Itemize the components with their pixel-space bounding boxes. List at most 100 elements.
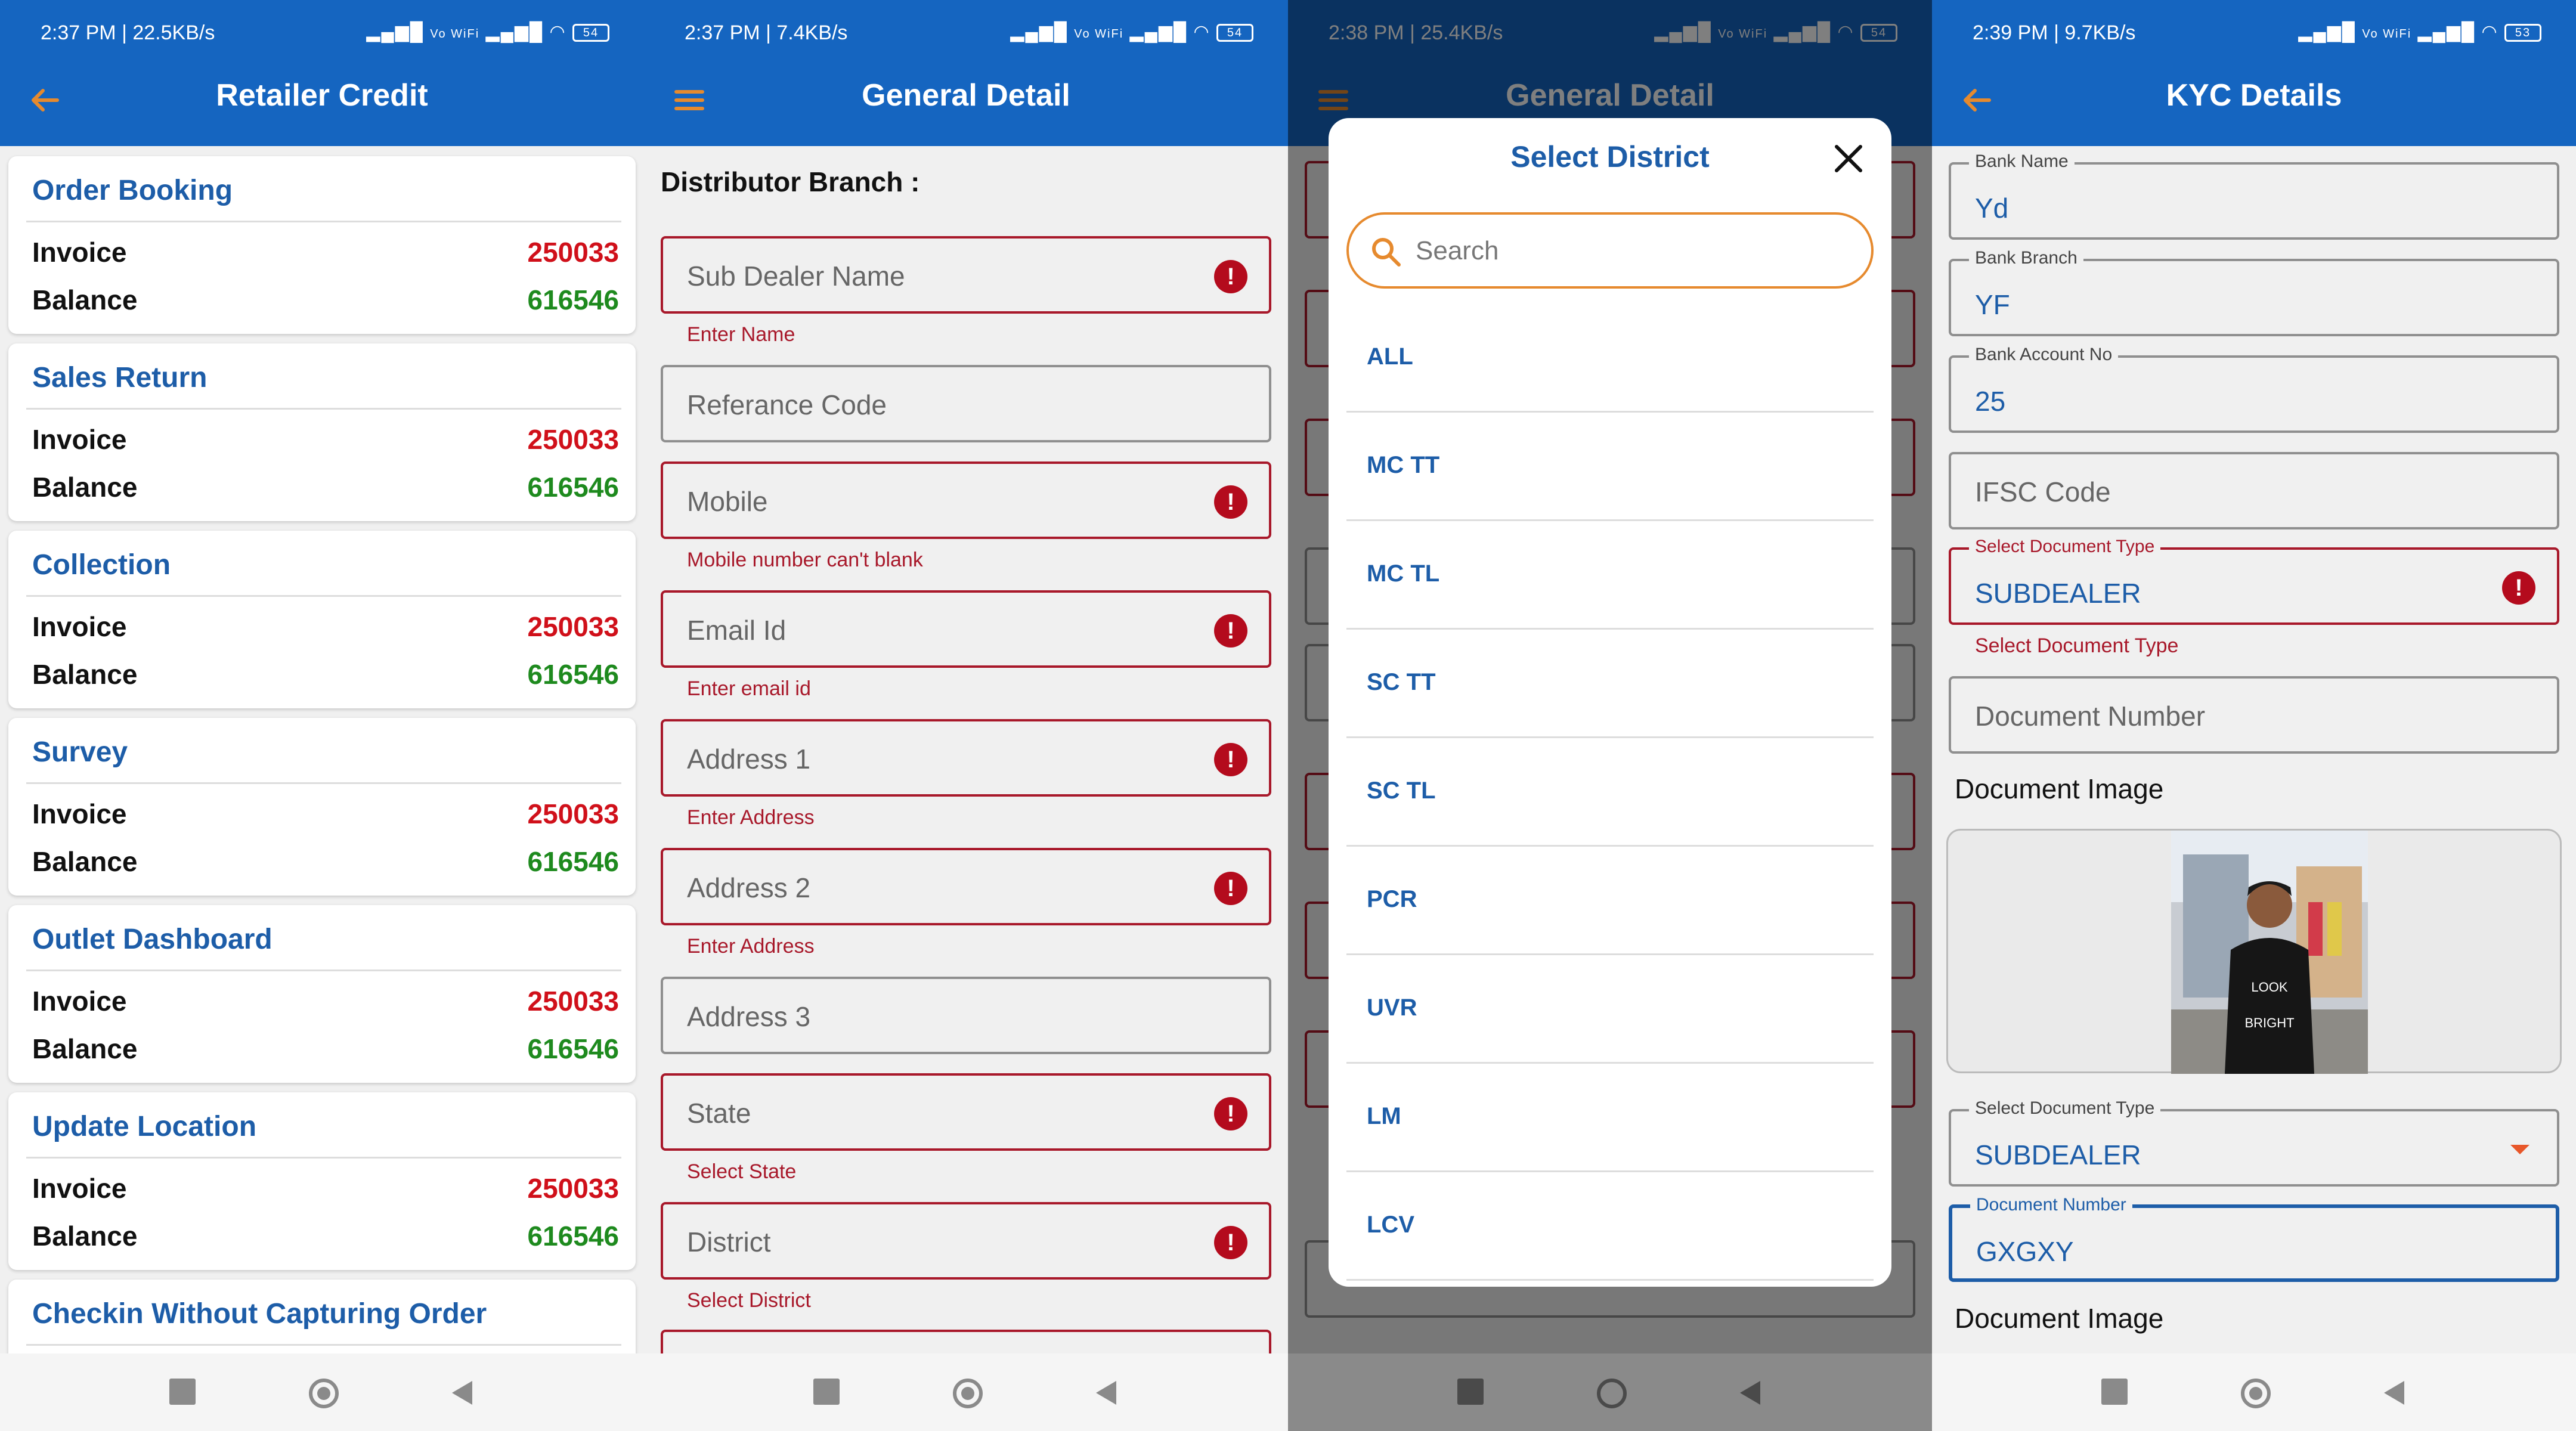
screenshot-collage: 2:37 PM | 22.5KB/s ▂▄▆█ Vo WiFi ▂▄▆█ ◠ 5…: [0, 0, 2576, 1431]
field-label: Document Number: [1970, 1195, 2132, 1215]
card-title: Sales Return: [32, 362, 208, 394]
divider: [26, 782, 621, 784]
field-label: Bank Account No: [1969, 345, 2119, 365]
bank-branch-field[interactable]: Bank Branch YF: [1949, 248, 2559, 336]
page-title: KYC Details: [2166, 78, 2342, 113]
card-title: Order Booking: [32, 175, 233, 206]
field-error: Enter Address: [687, 806, 815, 829]
invoice-value: 250033: [527, 986, 620, 1017]
error-icon: !: [1214, 614, 1247, 648]
district-search[interactable]: [1346, 212, 1874, 289]
recents-button[interactable]: [813, 1379, 840, 1405]
card-survey[interactable]: Survey Invoice 250033 Balance 616546: [8, 718, 636, 896]
bank-name-field[interactable]: Bank Name Yd: [1949, 151, 2559, 240]
error-icon: !: [1214, 1097, 1247, 1130]
card-title: Outlet Dashboard: [32, 924, 273, 955]
system-back-button[interactable]: [1740, 1381, 1760, 1405]
card-outlet-dashboard[interactable]: Outlet Dashboard Invoice 250033 Balance …: [8, 905, 636, 1083]
field-label: Bank Name: [1969, 151, 2075, 172]
field-error: Select District: [687, 1289, 811, 1312]
home-button[interactable]: [309, 1379, 339, 1408]
district-item-sc-tl[interactable]: SC TL: [1346, 738, 1874, 847]
home-button[interactable]: [2241, 1379, 2271, 1408]
balance-label: Balance: [32, 659, 138, 690]
district-item-lcv[interactable]: LCV: [1346, 1172, 1874, 1281]
district-item-sc-tt[interactable]: SC TT: [1346, 630, 1874, 738]
system-nav-bar: [1932, 1353, 2576, 1431]
search-input[interactable]: [1416, 230, 1845, 272]
document-type-dropdown[interactable]: Select Document Type SUBDEALER: [1949, 1098, 2559, 1187]
invoice-label: Invoice: [32, 798, 127, 829]
invoice-value: 250033: [527, 611, 620, 642]
document-type-select[interactable]: Select Document Type SUBDEALER !: [1949, 537, 2559, 625]
district-item-mc-tt[interactable]: MC TT: [1346, 413, 1874, 521]
field-error: Enter email id: [687, 677, 811, 700]
field-error: Enter Name: [687, 323, 795, 346]
balance-value: 616546: [527, 846, 620, 877]
district-field[interactable]: District !: [661, 1202, 1271, 1280]
balance-value: 616546: [527, 472, 620, 503]
field-value: YF: [1975, 289, 2010, 320]
card-update-location[interactable]: Update Location Invoice 250033 Balance 6…: [8, 1092, 636, 1270]
email-field[interactable]: Email Id !: [661, 590, 1271, 668]
field-placeholder: Mobile: [687, 486, 768, 517]
invoice-label: Invoice: [32, 424, 127, 455]
general-detail-screen: 2:37 PM | 7.4KB/s ▂▄▆█ Vo WiFi ▂▄▆█ ◠ 54…: [644, 0, 1288, 1431]
district-item-pcr[interactable]: PCR: [1346, 847, 1874, 955]
district-item-uvr[interactable]: UVR: [1346, 955, 1874, 1064]
balance-value: 616546: [527, 1033, 620, 1064]
recents-button[interactable]: [2101, 1379, 2128, 1405]
svg-text:LOOK: LOOK: [2251, 980, 2287, 995]
dropdown-caret-icon[interactable]: [2510, 1145, 2529, 1154]
field-placeholder: Referance Code: [687, 389, 887, 420]
field-error: Select Document Type: [1975, 634, 2179, 657]
sub-dealer-name-field[interactable]: Sub Dealer Name !: [661, 236, 1271, 314]
district-item-mc-tl[interactable]: MC TL: [1346, 521, 1874, 630]
system-nav-bar: [644, 1353, 1288, 1431]
status-time: 2:37 PM | 7.4KB/s: [685, 21, 848, 44]
app-bar: 2:39 PM | 9.7KB/s ▂▄▆█ Vo WiFi ▂▄▆█ ◠ 53…: [1932, 0, 2576, 146]
field-placeholder: Document Number: [1975, 701, 2206, 732]
field-value: SUBDEALER: [1975, 1139, 2141, 1170]
recents-button[interactable]: [1457, 1379, 1484, 1405]
address-1-field[interactable]: Address 1 !: [661, 719, 1271, 797]
field-value: 25: [1975, 386, 2006, 417]
invoice-label: Invoice: [32, 237, 127, 268]
invoice-label: Invoice: [32, 986, 127, 1017]
card-order-booking[interactable]: Order Booking Invoice 250033 Balance 616…: [8, 156, 636, 334]
status-time: 2:37 PM | 22.5KB/s: [41, 21, 215, 44]
error-icon: !: [1214, 485, 1247, 519]
district-item-lm[interactable]: LM: [1346, 1064, 1874, 1172]
bank-account-field[interactable]: Bank Account No 25: [1949, 345, 2559, 433]
document-number-input[interactable]: Document Number GXGXY: [1949, 1195, 2559, 1282]
home-button[interactable]: [953, 1379, 983, 1408]
system-back-button[interactable]: [2384, 1381, 2404, 1405]
card-sales-return[interactable]: Sales Return Invoice 250033 Balance 6165…: [8, 343, 636, 521]
mobile-field[interactable]: Mobile !: [661, 461, 1271, 539]
system-nav-bar: [0, 1353, 644, 1431]
reference-code-field[interactable]: Referance Code: [661, 365, 1271, 442]
error-icon: !: [2502, 571, 2535, 605]
document-number-field[interactable]: Document Number: [1949, 676, 2559, 754]
balance-label: Balance: [32, 846, 138, 877]
select-district-screen: 2:38 PM | 25.4KB/s ▂▄▆█ Vo WiFi ▂▄▆█ ◠ 5…: [1288, 0, 1932, 1431]
field-error: Enter Address: [687, 935, 815, 958]
state-field[interactable]: State !: [661, 1073, 1271, 1151]
home-button[interactable]: [1597, 1379, 1627, 1408]
close-icon[interactable]: [1829, 140, 1868, 178]
address-3-field[interactable]: Address 3: [661, 977, 1271, 1054]
system-back-button[interactable]: [1096, 1381, 1116, 1405]
district-label: LCV: [1367, 1212, 1414, 1238]
kyc-details-screen: 2:39 PM | 9.7KB/s ▂▄▆█ Vo WiFi ▂▄▆█ ◠ 53…: [1932, 0, 2576, 1431]
wifi-calling-label: Vo WiFi: [2362, 27, 2412, 41]
invoice-value: 250033: [527, 237, 620, 268]
invoice-label: Invoice: [32, 611, 127, 642]
recents-button[interactable]: [169, 1379, 196, 1405]
address-2-field[interactable]: Address 2 !: [661, 848, 1271, 925]
document-image-box[interactable]: LOOK BRIGHT: [1946, 829, 2562, 1074]
card-collection[interactable]: Collection Invoice 250033 Balance 616546: [8, 531, 636, 708]
system-back-button[interactable]: [452, 1381, 472, 1405]
distributor-branch-label: Distributor Branch :: [661, 166, 920, 197]
ifsc-field[interactable]: IFSC Code: [1949, 452, 2559, 529]
district-item-all[interactable]: ALL: [1346, 304, 1874, 413]
